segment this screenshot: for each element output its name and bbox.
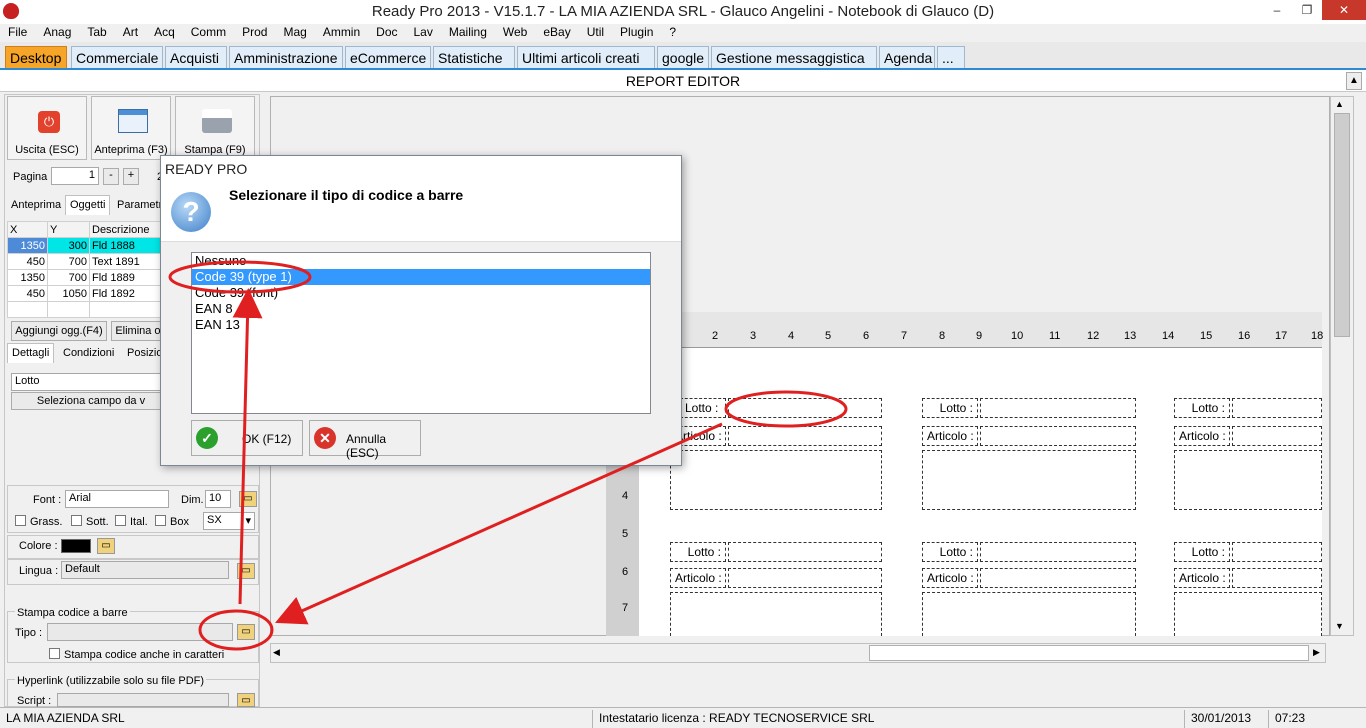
annotation-arrow — [275, 422, 723, 625]
highlight-ellipse — [198, 609, 274, 651]
annotation-arrow — [232, 288, 263, 605]
highlight-ellipse — [168, 260, 312, 294]
annotation-overlay — [168, 260, 848, 651]
highlight-ellipse — [724, 390, 848, 428]
